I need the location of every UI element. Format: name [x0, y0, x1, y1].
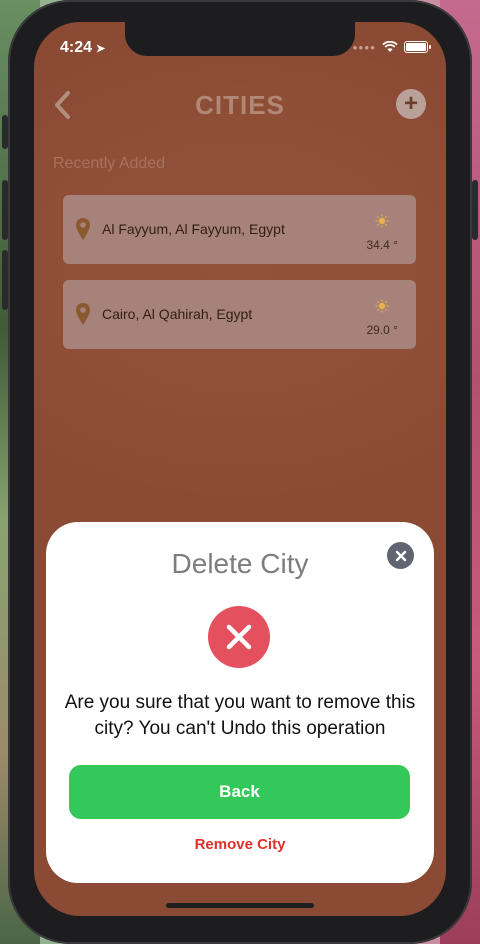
- dialog-message: Are you sure that you want to remove thi…: [64, 692, 416, 739]
- status-time-text: 4:24: [60, 39, 93, 56]
- delete-city-dialog: Delete City Are you sure that you want t…: [46, 522, 434, 883]
- dialog-title: Delete City: [171, 548, 309, 579]
- x-mark-icon: [226, 624, 252, 650]
- sun-icon: [375, 214, 389, 228]
- volume-up-button: [2, 180, 8, 240]
- plus-icon: +: [403, 90, 418, 117]
- city-card[interactable]: Cairo, Al Qahirah, Egypt 29.0 °: [63, 280, 416, 349]
- add-city-button[interactable]: +: [396, 89, 426, 119]
- sun-icon: [375, 299, 389, 313]
- notch: [125, 22, 355, 56]
- status-icons: ●●●●: [352, 41, 431, 53]
- city-temperature: 29.0 °: [366, 323, 399, 337]
- city-name: Al Fayyum, Al Fayyum, Egypt: [102, 221, 285, 237]
- city-name: Cairo, Al Qahirah, Egypt: [102, 306, 253, 322]
- cellular-signal-icon: ●●●●: [352, 42, 376, 52]
- page-title: CITIES: [195, 90, 285, 120]
- map-pin-icon: [76, 303, 90, 325]
- city-temperature: 34.4 °: [366, 238, 399, 252]
- close-icon: [395, 550, 406, 561]
- close-button[interactable]: [387, 542, 414, 569]
- map-pin-icon: [76, 218, 90, 240]
- volume-down-button: [2, 250, 8, 310]
- location-arrow-icon: ➤: [96, 43, 106, 55]
- section-label: Recently Added: [53, 155, 166, 172]
- error-x-icon: [208, 606, 270, 668]
- wifi-icon: [382, 41, 398, 52]
- home-indicator: [166, 903, 314, 908]
- back-dialog-button[interactable]: Back: [69, 765, 410, 819]
- city-card[interactable]: Al Fayyum, Al Fayyum, Egypt 34.4 °: [63, 195, 416, 264]
- battery-icon: [404, 41, 431, 53]
- remove-city-button[interactable]: Remove City: [46, 836, 434, 853]
- status-time: 4:24 ➤: [60, 39, 105, 57]
- power-button: [472, 180, 478, 240]
- mute-switch: [2, 115, 8, 149]
